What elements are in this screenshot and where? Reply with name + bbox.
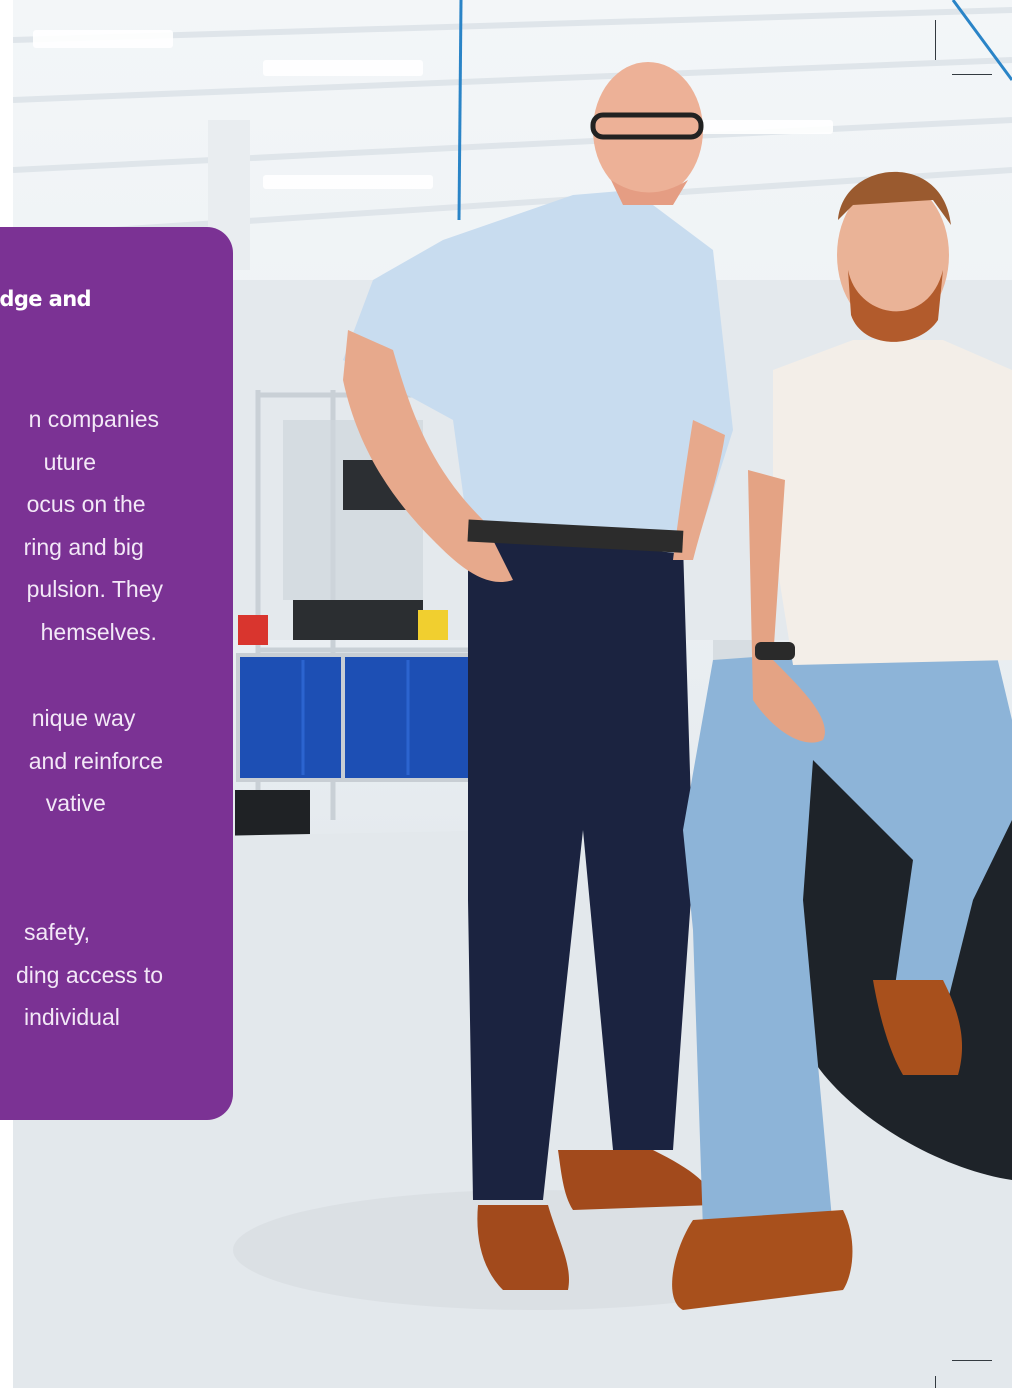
crop-mark-top-horizontal bbox=[952, 74, 992, 75]
text-line: n companies bbox=[28, 406, 160, 432]
card-paragraph-2: nique way and reinforce vative bbox=[20, 697, 163, 825]
text-line: hemselves. bbox=[40, 618, 157, 645]
page: dge and n companies uture ocus on the ri… bbox=[0, 0, 1012, 1388]
blue-cable bbox=[457, 0, 463, 221]
text-line: safety, bbox=[23, 919, 91, 945]
text-line: ring and big bbox=[23, 533, 144, 560]
text-line: uture bbox=[43, 448, 97, 475]
card-paragraph-3: safety, ding access to individual bbox=[7, 911, 163, 1039]
crop-mark-bottom-vertical bbox=[935, 1376, 936, 1388]
card-heading: dge and bbox=[0, 287, 92, 311]
card-paragraph-1: n companies uture ocus on the ring and b… bbox=[17, 398, 163, 653]
text-line: pulsion. They bbox=[26, 576, 163, 602]
text-line: individual bbox=[23, 1004, 120, 1030]
text-line: ocus on the bbox=[26, 491, 146, 517]
blue-cabinets bbox=[236, 653, 475, 782]
text-line: ding access to bbox=[15, 961, 163, 988]
crop-mark-bottom-horizontal bbox=[952, 1360, 992, 1361]
crop-mark-top-vertical bbox=[935, 20, 936, 60]
text-line: and reinforce bbox=[28, 747, 163, 774]
info-card: dge and n companies uture ocus on the ri… bbox=[0, 227, 233, 1120]
text-line: nique way bbox=[31, 705, 136, 731]
text-line: vative bbox=[45, 790, 106, 816]
